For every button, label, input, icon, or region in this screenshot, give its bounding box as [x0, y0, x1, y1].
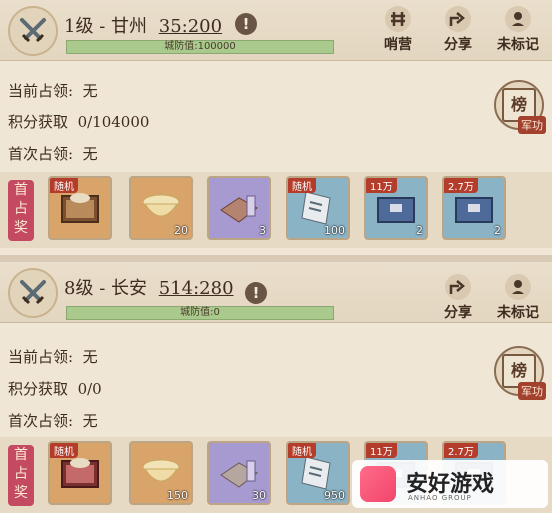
cloth-icon — [220, 195, 258, 223]
box-icon — [455, 197, 493, 223]
reward-item[interactable]: 随机 950 — [286, 441, 350, 505]
mark-button[interactable]: 未标记 — [492, 274, 544, 322]
share-button[interactable]: 分享 — [432, 274, 484, 322]
share-button[interactable]: 分享 — [432, 6, 484, 54]
watermark-logo: 安好游戏 ANHAO GROUP — [352, 460, 548, 508]
crossed-swords-icon[interactable] — [8, 268, 58, 318]
city-score-link[interactable]: 514:280 — [159, 278, 234, 299]
mark-button[interactable]: 未标记 — [492, 6, 544, 54]
marker-icon — [505, 274, 531, 300]
reward-item[interactable]: 11万 2 — [364, 176, 428, 240]
merit-ranking-button[interactable]: 榜 军功 — [494, 80, 546, 134]
first-award-label: 首占奖 — [8, 180, 34, 241]
first-occupy-rewards: 首占奖 随机 20 3 随机 100 11万 2 2.7万 2 — [0, 172, 552, 248]
scroll-icon — [301, 191, 331, 225]
reward-item[interactable]: 随机 100 — [286, 176, 350, 240]
city-header: 8级 - 长安 514:280 ! 城防值:0 分享 未标记 — [0, 262, 552, 323]
camp-icon — [385, 6, 411, 32]
cloth-icon — [220, 460, 258, 488]
city-level: 1级 — [64, 16, 94, 37]
defense-value: 城防值:0 — [180, 307, 220, 318]
defense-value: 城防值:100000 — [164, 41, 236, 52]
ingot-icon — [142, 459, 180, 482]
first-occupier: 首次占领: 无 — [8, 145, 98, 163]
reward-item[interactable]: 随机 — [48, 176, 112, 240]
chest-icon — [61, 458, 99, 488]
panel-divider — [0, 255, 552, 262]
info-icon[interactable]: ! — [245, 282, 267, 304]
current-occupier: 当前占领: 无 — [8, 348, 98, 366]
defense-bar: 城防值:0 — [66, 306, 334, 320]
city-title: 8级 - 长安 514:280 — [64, 278, 234, 299]
reward-item[interactable]: 150 — [129, 441, 193, 505]
city-name: 甘州 — [111, 16, 148, 37]
city-score-link[interactable]: 35:200 — [159, 16, 222, 37]
box-icon — [377, 197, 415, 223]
reward-item[interactable]: 随机 — [48, 441, 112, 505]
marker-icon — [505, 6, 531, 32]
camp-button[interactable]: 哨营 — [372, 6, 424, 54]
current-occupier: 当前占领: 无 — [8, 82, 98, 100]
city-header: 1级 - 甘州 35:200 ! 城防值:100000 哨营 分享 未标记 — [0, 0, 552, 61]
reward-item[interactable]: 20 — [129, 176, 193, 240]
first-award-label: 首占奖 — [8, 445, 34, 506]
first-occupier: 首次占领: 无 — [8, 412, 98, 430]
crossed-swords-icon[interactable] — [8, 6, 58, 56]
info-icon[interactable]: ! — [235, 13, 257, 35]
chest-icon — [61, 193, 99, 223]
city-panel-ganzhou: 1级 - 甘州 35:200 ! 城防值:100000 哨营 分享 未标记 当前… — [0, 0, 552, 255]
points-earned: 积分获取 0/0 — [8, 380, 102, 398]
city-title: 1级 - 甘州 35:200 — [64, 16, 223, 37]
defense-bar: 城防值:100000 — [66, 40, 334, 54]
merit-ranking-button[interactable]: 榜 军功 — [494, 346, 546, 400]
gamepad-logo-icon — [360, 466, 396, 502]
share-icon — [445, 6, 471, 32]
reward-item[interactable]: 2.7万 2 — [442, 176, 506, 240]
share-icon — [445, 274, 471, 300]
ingot-icon — [142, 194, 180, 217]
scroll-icon — [301, 456, 331, 490]
city-name: 长安 — [111, 278, 148, 299]
reward-item[interactable]: 30 — [207, 441, 271, 505]
points-earned: 积分获取 0/104000 — [8, 113, 150, 131]
reward-item[interactable]: 3 — [207, 176, 271, 240]
city-level: 8级 — [64, 278, 94, 299]
